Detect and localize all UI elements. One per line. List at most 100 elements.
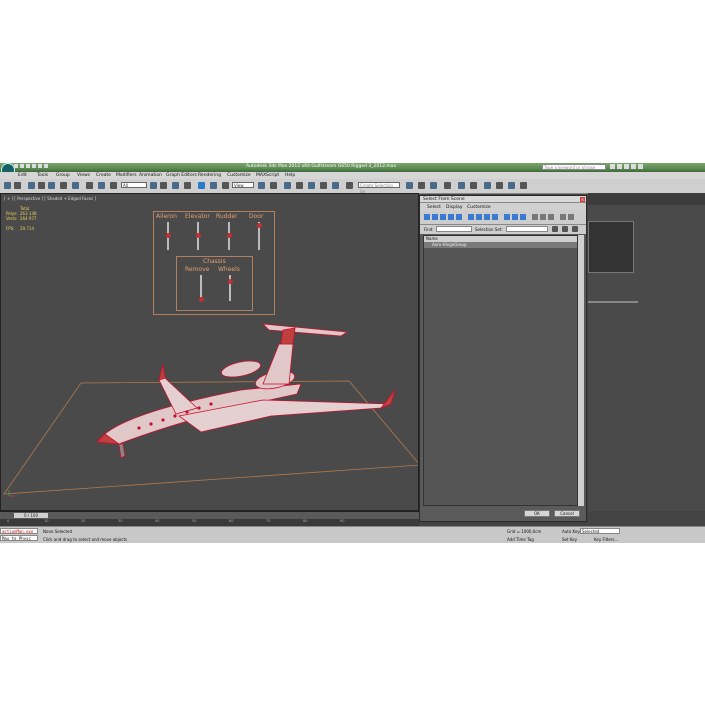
key-mode-dropdown[interactable]: Selected (580, 528, 620, 534)
rectangular-selection-icon[interactable] (172, 182, 179, 189)
minimize-button[interactable] (624, 164, 629, 169)
rendered-frame-icon[interactable] (508, 182, 515, 189)
snaps-toggle-icon[interactable] (296, 182, 303, 189)
scene-object-list[interactable]: Name Aero-HingeGroup (423, 235, 578, 506)
undo-icon[interactable] (32, 164, 36, 168)
menu-customize[interactable]: Customize (227, 173, 251, 178)
bind-icon[interactable] (110, 182, 117, 189)
list-scrollbar[interactable] (578, 235, 584, 506)
filter-icon[interactable] (560, 214, 566, 220)
time-slider-thumb[interactable]: 0 / 100 (14, 513, 48, 518)
dialog-menu-display[interactable]: Display (446, 205, 463, 210)
add-time-tag[interactable]: Add Time Tag (507, 537, 534, 542)
auto-key-label[interactable]: Auto Key (562, 529, 580, 534)
material-editor-icon[interactable] (484, 182, 491, 189)
menu-animation[interactable]: Animation (139, 173, 162, 178)
display-spacewarps-icon[interactable] (468, 214, 474, 220)
curve-editor-icon[interactable] (458, 182, 465, 189)
save-file-icon[interactable] (26, 164, 30, 168)
redo-icon[interactable] (14, 182, 21, 189)
key-filters-button[interactable]: Key Filters... (594, 537, 618, 542)
select-and-scale-icon[interactable] (222, 182, 229, 189)
angle-snap-icon[interactable] (308, 182, 315, 189)
menu-edit[interactable]: Edit (18, 173, 27, 178)
named-selection-dropdown[interactable]: Create Selection Se (358, 182, 400, 194)
menu-modifiers[interactable]: Modifiers (116, 173, 137, 178)
find-input[interactable] (436, 226, 472, 232)
schematic-view-icon[interactable] (470, 182, 477, 189)
menu-create[interactable]: Create (96, 173, 111, 178)
display-shapes-icon[interactable] (432, 214, 438, 220)
menu-rendering[interactable]: Rendering (198, 173, 221, 178)
spinner-snap-icon[interactable] (332, 182, 339, 189)
selection-filter-dropdown[interactable]: All (121, 182, 147, 188)
display-lights-icon[interactable] (440, 214, 446, 220)
menu-help[interactable]: Help (285, 173, 295, 178)
bone-icon[interactable] (60, 182, 67, 189)
ok-button[interactable]: OK (524, 510, 550, 517)
maxscript-listener-output[interactable]: actionMan.exe (0, 528, 38, 534)
keyboard-shortcut-icon[interactable] (284, 182, 291, 189)
display-groups-icon[interactable] (476, 214, 482, 220)
menu-tools[interactable]: Tools (37, 173, 48, 178)
unlink-icon[interactable] (38, 182, 45, 189)
chain-icon[interactable] (72, 182, 79, 189)
select-object-icon[interactable] (150, 182, 157, 189)
select-and-move-icon[interactable] (198, 182, 205, 189)
maxscript-listener-input[interactable]: Max to Physc (0, 535, 38, 541)
reference-coord-dropdown[interactable]: View (232, 182, 254, 188)
display-none-icon[interactable] (512, 214, 518, 220)
cancel-button[interactable]: Cancel (554, 510, 580, 517)
display-invert-icon[interactable] (520, 214, 526, 220)
undo-icon[interactable] (4, 182, 11, 189)
menu-graph-editors[interactable]: Graph Editors (166, 173, 197, 178)
maximize-button[interactable] (631, 164, 636, 169)
select-invert-icon[interactable] (548, 214, 554, 220)
dialog-find-case-icon[interactable] (572, 226, 578, 232)
dialog-hierarchy-icon[interactable] (562, 226, 568, 232)
align-icon[interactable] (418, 182, 425, 189)
selection-set-dropdown[interactable] (506, 226, 548, 232)
menu-group[interactable]: Group (56, 173, 70, 178)
render-setup-icon[interactable] (496, 182, 503, 189)
select-by-name-icon[interactable] (160, 182, 167, 189)
select-all-icon[interactable] (532, 214, 538, 220)
display-helpers-icon[interactable] (456, 214, 462, 220)
dialog-options-icon[interactable] (552, 226, 558, 232)
menu-maxscript[interactable]: MAXScript (256, 173, 279, 178)
open-file-icon[interactable] (20, 164, 24, 168)
mirror-icon[interactable] (406, 182, 413, 189)
project-folder-icon[interactable] (44, 164, 48, 168)
airplane-wireframe[interactable] (96, 323, 396, 459)
new-file-icon[interactable] (14, 164, 18, 168)
select-link-icon[interactable] (28, 182, 35, 189)
star-icon[interactable] (617, 164, 622, 169)
sync-selection-icon[interactable] (568, 214, 574, 220)
search-input[interactable]: Type a keyword or phrase (542, 164, 606, 170)
pivot-center-icon[interactable] (258, 182, 265, 189)
layer-manager-icon[interactable] (430, 182, 437, 189)
percent-snap-icon[interactable] (320, 182, 327, 189)
close-button[interactable] (638, 164, 643, 169)
display-cameras-icon[interactable] (448, 214, 454, 220)
select-and-rotate-icon[interactable] (210, 182, 217, 189)
perspective-viewport[interactable]: [ + ] [ Perspective ] [ Shaded + Edged F… (0, 193, 419, 511)
bind-space-warp-icon[interactable] (48, 182, 55, 189)
edit-named-selection-icon[interactable] (346, 182, 353, 189)
list-item[interactable]: Aero-HingeGroup (424, 242, 577, 248)
dialog-menu-customize[interactable]: Customize (467, 205, 491, 210)
redo-icon[interactable] (38, 164, 42, 168)
command-panel-tabs[interactable] (588, 193, 705, 205)
display-bones-icon[interactable] (492, 214, 498, 220)
graphite-icon[interactable] (444, 182, 451, 189)
dialog-menu-select[interactable]: Select (427, 205, 441, 210)
dialog-close-icon[interactable]: × (580, 197, 585, 202)
window-crossing-icon[interactable] (184, 182, 191, 189)
track-bar[interactable]: 0 10 20 30 40 50 60 70 80 90 (0, 519, 419, 526)
select-none-icon[interactable] (540, 214, 546, 220)
display-all-icon[interactable] (504, 214, 510, 220)
help-icon[interactable] (610, 164, 615, 169)
render-production-icon[interactable] (520, 182, 527, 189)
set-key-label[interactable]: Set Key (562, 537, 577, 542)
link-icon[interactable] (86, 182, 93, 189)
